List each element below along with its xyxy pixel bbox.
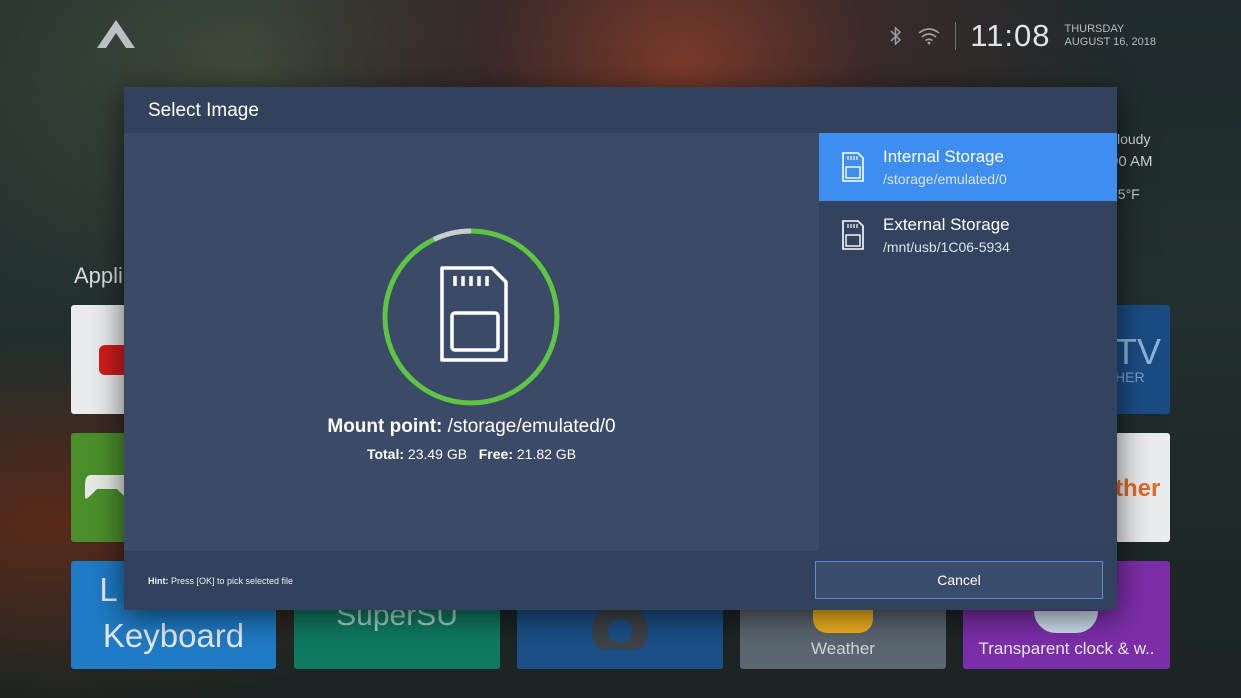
- status-divider: [955, 22, 957, 50]
- app-tile-games[interactable]: [71, 433, 127, 542]
- launcher-logo-icon: [97, 20, 135, 48]
- ring-free-arc: [382, 228, 560, 406]
- dialog-footer: Hint: Press [OK] to pick selected file C…: [124, 551, 1117, 610]
- total-label: Total:: [366, 446, 405, 462]
- storage-list: Internal Storage /storage/emulated/0 Ext…: [819, 133, 1117, 551]
- sd-card-icon: [842, 220, 864, 250]
- storage-item-path: /mnt/usb/1C06-5934: [883, 239, 1010, 255]
- storage-usage-ring: [382, 228, 560, 406]
- app-tile-weather-brand[interactable]: ther: [1115, 433, 1170, 542]
- bluetooth-icon: [890, 26, 902, 46]
- wifi-icon: [918, 28, 940, 45]
- free-value: 21.82 GB: [516, 446, 577, 462]
- select-image-dialog: Select Image Mount point: /storage/emula…: [124, 87, 1117, 610]
- storage-item-name: Internal Storage: [883, 147, 1004, 166]
- app-tile-youtube[interactable]: [71, 305, 127, 414]
- sd-card-icon: [842, 152, 864, 182]
- ring-used-arc: [432, 228, 472, 242]
- date: AUGUST 16, 2018: [1064, 36, 1156, 48]
- free-label: Free:: [478, 446, 513, 462]
- tile-label-tv-sub: HER: [1115, 369, 1145, 385]
- tile-label-weather: Weather: [811, 639, 875, 658]
- weather-app-icon: [813, 610, 873, 633]
- tile-label-keyboard: Keyboard: [102, 617, 245, 654]
- hint-message: Press [OK] to pick selected file: [171, 576, 294, 586]
- cloud-icon: [1034, 611, 1098, 633]
- gear-icon: [592, 609, 648, 649]
- storage-item-internal[interactable]: Internal Storage /storage/emulated/0: [819, 133, 1117, 201]
- storage-item-external[interactable]: External Storage /mnt/usb/1C06-5934: [819, 201, 1117, 269]
- tile-label-weather-brand: ther: [1115, 475, 1161, 502]
- app-tile-tv[interactable]: TV HER: [1115, 305, 1170, 414]
- tile-label-tv: TV: [1115, 331, 1162, 372]
- clock: 11:08: [970, 18, 1051, 53]
- apps-section-label: Appli: [74, 263, 123, 288]
- storage-details-pane: Mount point: /storage/emulated/0 Total: …: [124, 133, 819, 551]
- background-clock-widget: PM: [838, 54, 999, 80]
- total-value: 23.49 GB: [407, 446, 468, 462]
- storage-item-name: External Storage: [883, 215, 1010, 234]
- storage-item-path: /storage/emulated/0: [883, 171, 1007, 187]
- date-display: THURSDAY AUGUST 16, 2018: [1064, 23, 1156, 49]
- mount-point-value: /storage/emulated/0: [447, 416, 616, 437]
- sd-card-icon: [440, 266, 508, 362]
- dialog-title: Select Image: [148, 100, 259, 121]
- gamepad-icon: [85, 475, 127, 499]
- dialog-header: Select Image: [124, 87, 1117, 133]
- storage-size-info: Total: 23.49 GB Free: 21.82 GB: [124, 446, 819, 462]
- cancel-button[interactable]: Cancel: [815, 561, 1103, 599]
- status-bar: 11:08 THURSDAY AUGUST 16, 2018: [889, 18, 1156, 54]
- mount-point-info: Mount point: /storage/emulated/0: [124, 416, 819, 438]
- mount-point-label: Mount point:: [327, 416, 443, 437]
- youtube-icon: [99, 345, 127, 375]
- weekday: THURSDAY: [1064, 23, 1125, 35]
- hint-label: Hint:: [148, 576, 169, 586]
- hint-text: Hint: Press [OK] to pick selected file: [148, 576, 293, 586]
- tile-label-transparent-clock: Transparent clock & w..: [978, 639, 1155, 658]
